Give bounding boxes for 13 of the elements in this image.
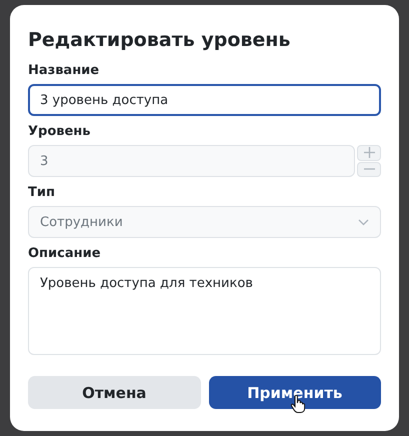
- increment-button[interactable]: [357, 145, 381, 160]
- cancel-button[interactable]: Отмена: [28, 376, 200, 409]
- decrement-button[interactable]: [357, 162, 381, 177]
- dialog-title: Редактировать уровень: [28, 29, 292, 51]
- name-field[interactable]: 3 уровень доступа: [28, 84, 381, 116]
- field-label: Название: [28, 63, 100, 78]
- plus-icon: [364, 147, 374, 158]
- chevron-down-icon: [358, 218, 369, 226]
- description-field[interactable]: Уровень доступа для техников: [28, 267, 381, 355]
- field-label: Уровень: [28, 124, 92, 139]
- field-label: Описание: [28, 246, 102, 261]
- field-label: Тип: [28, 185, 56, 200]
- minus-icon: [364, 168, 374, 170]
